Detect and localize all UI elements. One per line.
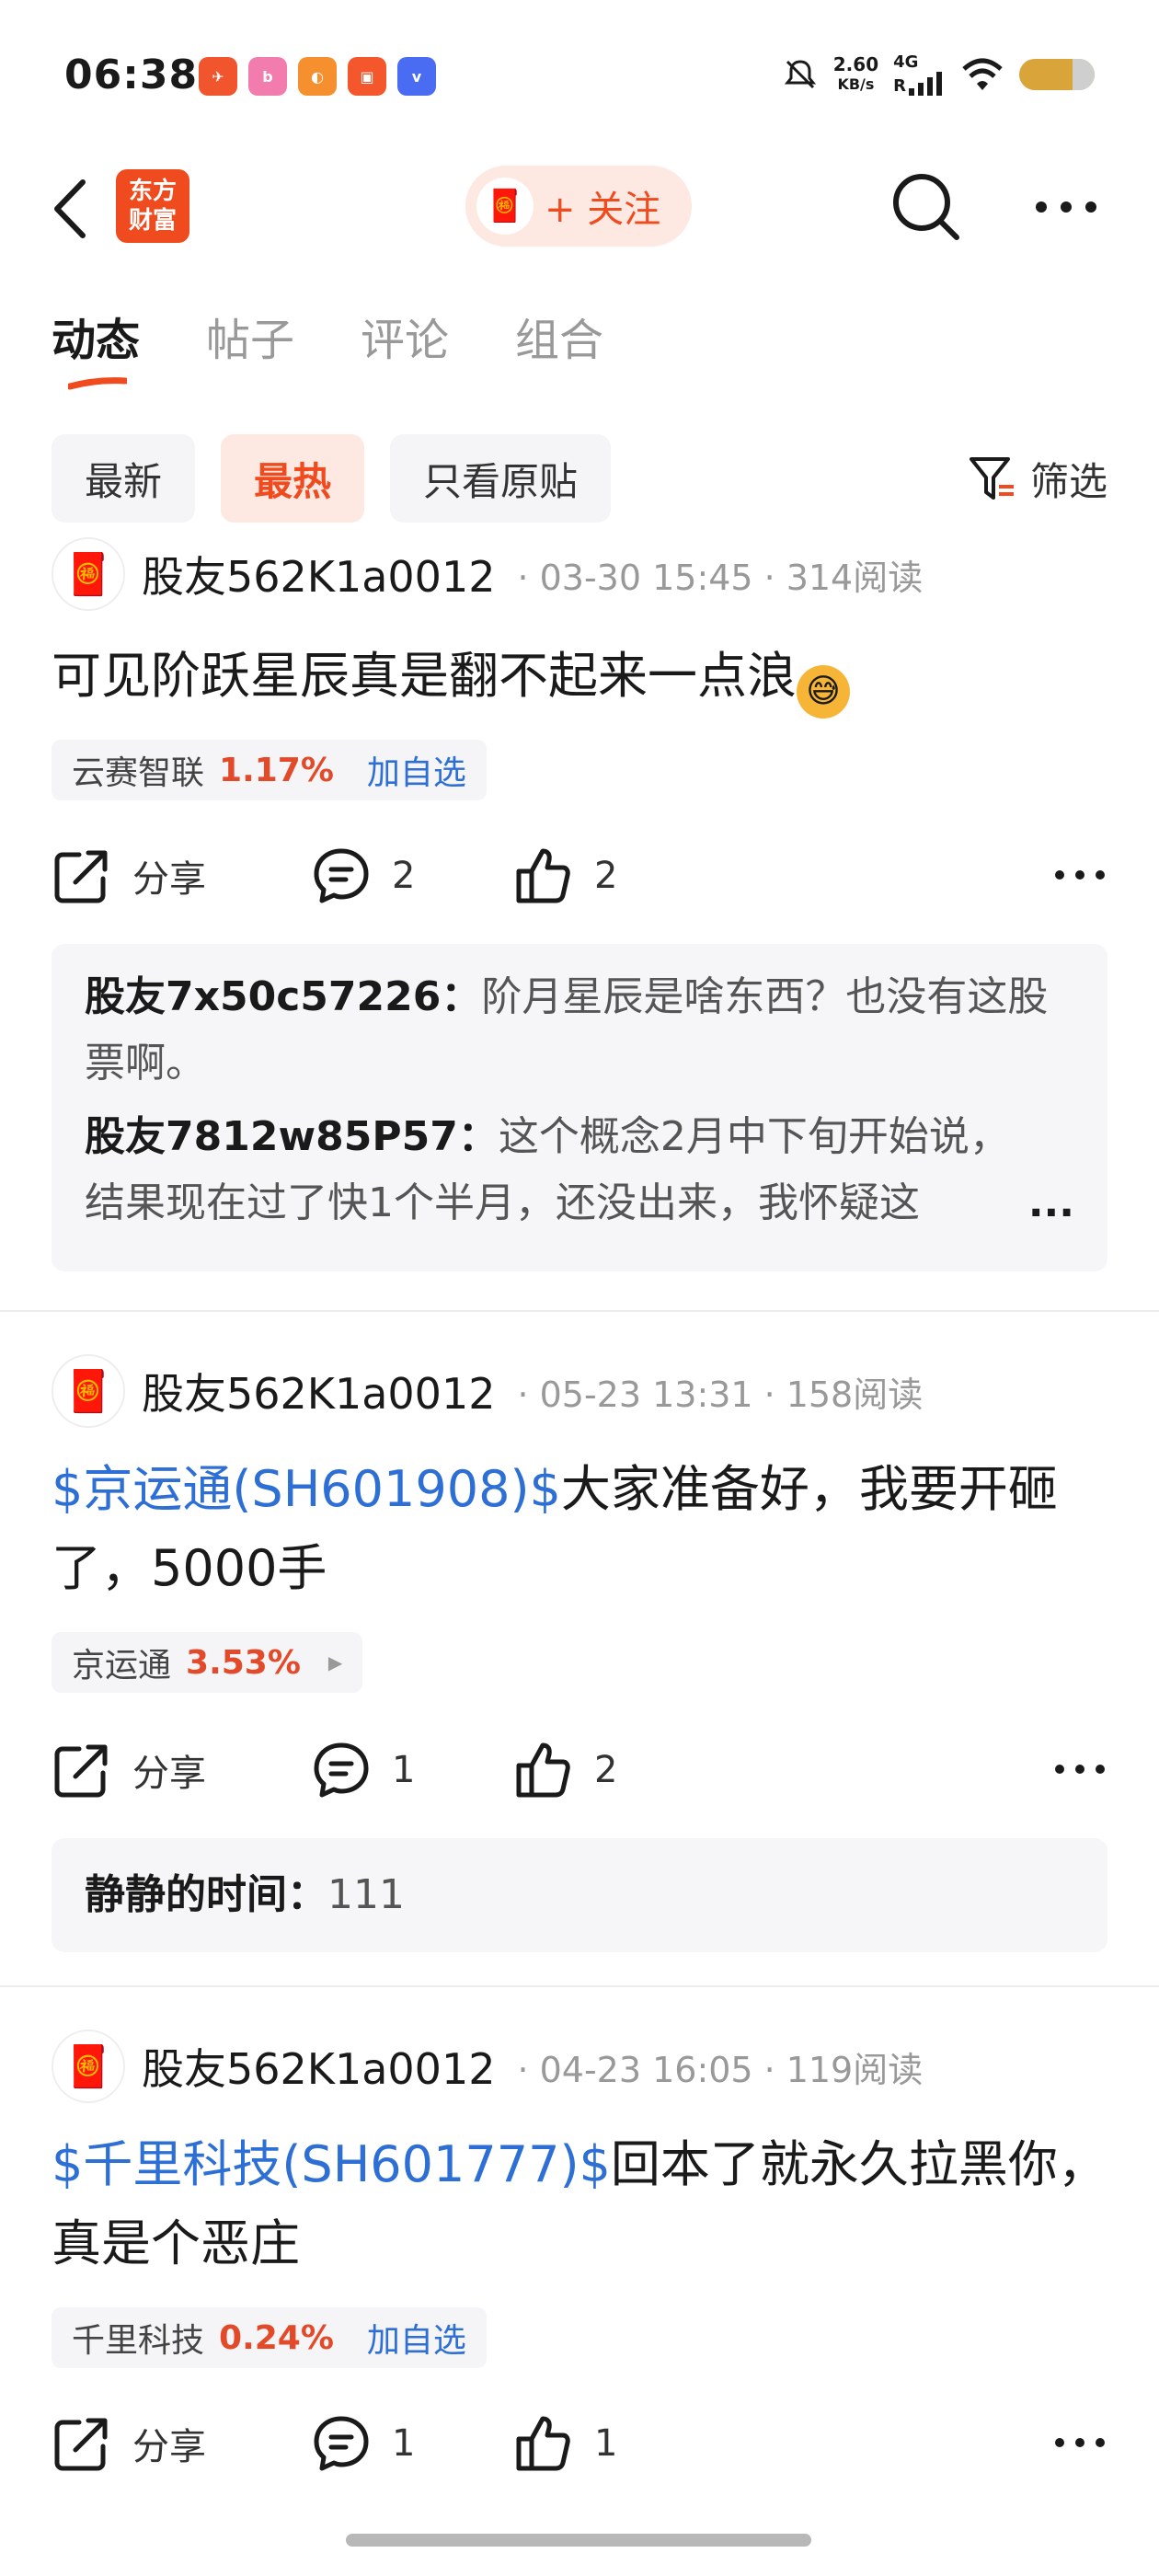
avatar[interactable]: 🧧 [52,1354,125,1428]
app-notification-icon: b [248,57,287,96]
post-more-icon[interactable] [1052,863,1107,887]
sort-filters: 最新 最热 只看原贴 [52,434,612,523]
comment-icon [314,1742,369,1798]
funnel-icon [969,456,1014,500]
share-button[interactable]: 分享 [52,2407,206,2480]
post-text[interactable]: 可见阶跃星辰真是翻不起来一点浪 😅 [52,637,1109,719]
like-button[interactable]: 2 [513,839,617,913]
post-actions: 分享 1 1 [52,2407,1107,2480]
top-nav-bar: 东方 财富 🧧 + 关注 [0,156,1159,259]
divider [0,1985,1159,1987]
comment-item[interactable]: 静静的时间：111 [85,1862,405,1928]
notification-app-icons: ✈ b ◐ ▣ v [199,57,436,96]
post-actions: 分享 2 2 [52,839,1107,913]
comment-button[interactable]: 1 [311,1733,415,1807]
app-notification-icon: ◐ [298,57,337,96]
tab-dynamics[interactable]: 动态 [52,304,140,390]
post-more-icon[interactable] [1052,2431,1107,2455]
post-more-icon[interactable] [1052,1757,1107,1781]
user-avatar-icon: 🧧 [476,178,534,235]
comment-preview-box[interactable]: 股友7x50c57226：阶月星辰是啥东西？也没有这股票啊。 股友7812w85… [52,944,1107,1271]
stock-chip[interactable]: 京运通 3.53% ▶ [52,1632,363,1693]
comment-expand-ellipsis[interactable]: ... [1028,1170,1074,1236]
post-header: 🧧 股友562K1a0012 · 05-23 13:31 · 158阅读 [52,1354,923,1428]
triangle-right-icon: ▶ [327,1651,343,1673]
thumbs-up-icon [516,2416,570,2471]
system-icons: 2.60 KB/s 4G R [782,53,1095,96]
thumbs-up-icon [516,848,570,903]
eastmoney-logo: 东方 财富 [116,169,189,243]
search-icon[interactable] [889,169,962,243]
profile-tabs: 动态 帖子 评论 组合 [52,304,603,390]
tab-portfolio[interactable]: 组合 [515,304,603,368]
avatar[interactable]: 🧧 [52,2030,125,2103]
post-header: 🧧 股友562K1a0012 · 03-30 15:45 · 314阅读 [52,537,923,611]
stock-mention-link[interactable]: $京运通(SH601908)$ [52,1460,561,1518]
like-button[interactable]: 1 [513,2407,617,2480]
comment-icon [314,848,369,903]
post-actions: 分享 1 2 [52,1733,1107,1807]
post-text[interactable]: $千里科技(SH601777)$回本了就永久拉黑你，真是个恶庄 [52,2125,1109,2283]
app-notification-icon: ✈ [199,57,237,96]
post-author[interactable]: 股友562K1a0012 [142,1361,496,1421]
filter-button[interactable]: 筛选 [968,451,1107,507]
more-options-icon[interactable] [1034,193,1098,221]
comment-icon [314,2416,369,2471]
follow-button[interactable]: 🧧 + 关注 [465,166,692,247]
tab-posts[interactable]: 帖子 [206,304,294,368]
post-text[interactable]: $京运通(SH601908)$大家准备好，我要开砸了，5000手 [52,1450,1109,1608]
stock-mention-link[interactable]: $千里科技(SH601777)$ [52,2135,611,2193]
divider [0,1310,1159,1312]
add-watchlist-link[interactable]: 加自选 [367,746,466,794]
add-watchlist-link[interactable]: 加自选 [367,2314,466,2362]
stock-chip[interactable]: 千里科技 0.24% 加自选 [52,2307,487,2368]
post-meta: · 03-30 15:45 · 314阅读 [517,557,924,598]
battery-icon [1019,59,1095,90]
post-author[interactable]: 股友562K1a0012 [142,544,496,604]
active-tab-indicator [68,377,127,390]
sweat-smile-emoji-icon: 😅 [797,665,850,719]
comment-button[interactable]: 2 [311,839,415,913]
follow-label: + 关注 [545,189,661,231]
filter-latest[interactable]: 最新 [52,434,196,523]
filter-hottest[interactable]: 最热 [221,434,365,523]
status-bar: 06:38 ✈ b ◐ ▣ v 2.60 KB/s 4G R [0,0,1159,156]
post-meta: · 05-23 13:31 · 158阅读 [517,1374,924,1415]
share-icon [54,850,108,903]
comment-button[interactable]: 1 [311,2407,415,2480]
share-icon [54,1744,108,1798]
chevron-left-icon [54,179,86,238]
comment-preview-box[interactable]: 静静的时间：111 [52,1838,1107,1952]
wifi-icon [962,58,1003,90]
back-button[interactable] [52,177,107,241]
filter-original-only[interactable]: 只看原贴 [390,434,612,523]
app-notification-icon: v [397,57,436,96]
comment-item[interactable]: 股友7x50c57226：阶月星辰是啥东西？也没有这股票啊。 [85,964,1074,1097]
stock-chip[interactable]: 云赛智联 1.17% 加自选 [52,740,487,800]
avatar[interactable]: 🧧 [52,537,125,611]
net-speed: 2.60 KB/s [832,53,879,93]
network-type: 4G R [893,53,946,96]
post-author[interactable]: 股友562K1a0012 [142,2036,496,2097]
status-time: 06:38 [64,52,199,98]
post-meta: · 04-23 16:05 · 119阅读 [517,2049,924,2090]
share-button[interactable]: 分享 [52,1733,206,1807]
like-button[interactable]: 2 [513,1733,617,1807]
comment-item[interactable]: 股友7812w85P57：这个概念2月中下旬开始说，结果现在过了快1个半月，还没… [85,1104,1074,1236]
signal-icon [909,72,942,96]
tab-comments[interactable]: 评论 [361,304,449,368]
mute-bell-icon [784,60,816,89]
share-icon [54,2418,108,2471]
app-notification-icon: ▣ [348,57,386,96]
post-header: 🧧 股友562K1a0012 · 04-23 16:05 · 119阅读 [52,2030,923,2103]
filter-label: 筛选 [1029,459,1107,504]
share-button[interactable]: 分享 [52,839,206,913]
home-indicator[interactable] [346,2534,811,2547]
thumbs-up-icon [516,1742,570,1798]
